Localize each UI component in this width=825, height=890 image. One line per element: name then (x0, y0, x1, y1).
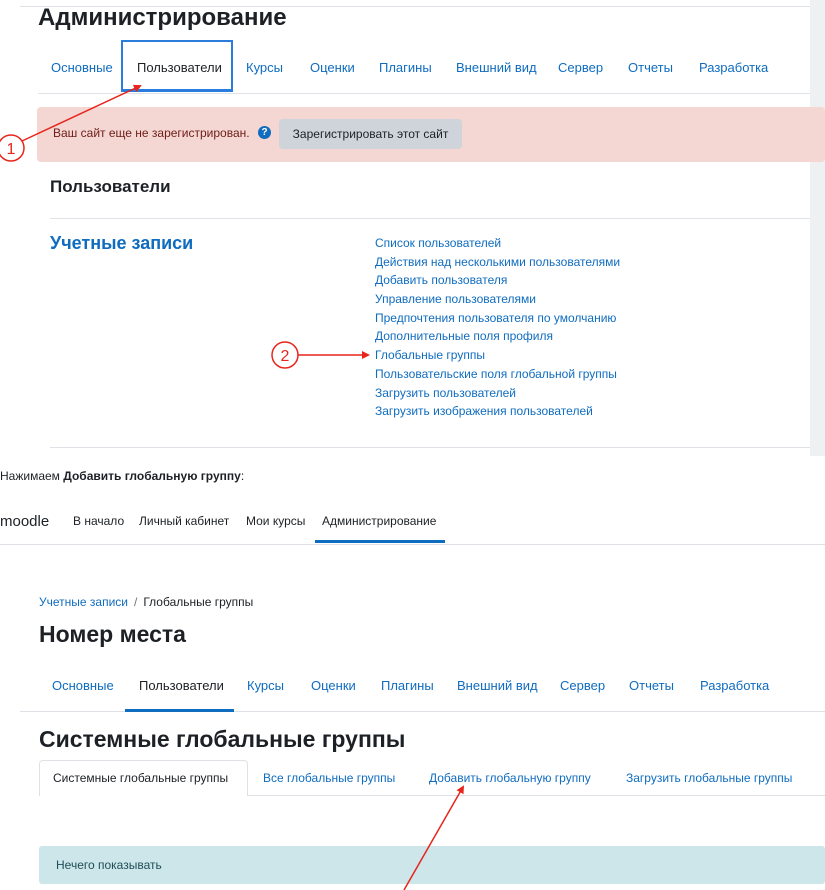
register-site-button[interactable]: Зарегистрировать этот сайт (279, 119, 462, 149)
help-icon[interactable]: ? (258, 126, 271, 139)
empty-notice-text: Нечего показывать (56, 858, 162, 872)
breadcrumb: Учетные записи / Глобальные группы (39, 595, 253, 609)
link-cohorts[interactable]: Глобальные группы (375, 346, 620, 365)
tabs-underline (38, 93, 810, 94)
nav-my-courses[interactable]: Мои курсы (246, 514, 305, 528)
divider (50, 218, 810, 219)
caption-suffix: : (240, 469, 245, 483)
divider (50, 447, 810, 448)
link-cohort-custom-fields[interactable]: Пользовательские поля глобальной группы (375, 365, 620, 384)
tab-plugins[interactable]: Плагины (379, 60, 432, 75)
tab-grades[interactable]: Оценки (310, 60, 355, 75)
page-title: Номер места (39, 621, 186, 647)
link-upload-users[interactable]: Загрузить пользователей (375, 384, 620, 403)
link-add-user[interactable]: Добавить пользователя (375, 271, 620, 290)
accounts-heading[interactable]: Учетные записи (50, 233, 193, 254)
breadcrumb-separator: / (134, 595, 138, 609)
tab-server[interactable]: Сервер (560, 678, 605, 693)
subtab-all-cohorts[interactable]: Все глобальные группы (263, 771, 395, 785)
registration-alert-text: Ваш сайт еще не зарегистрирован. (53, 126, 250, 140)
tab-development[interactable]: Разработка (699, 60, 768, 75)
subtab-add-cohort[interactable]: Добавить глобальную группу (429, 771, 591, 785)
page-title: Администрирование (38, 4, 287, 31)
breadcrumb-current: Глобальные группы (143, 595, 254, 609)
link-default-user-preferences[interactable]: Предпочтения пользователя по умолчанию (375, 309, 620, 328)
caption-bold: Добавить глобальную группу (63, 469, 241, 483)
admin-screenshot: Администрирование Основные Пользователи … (0, 0, 825, 456)
tab-general[interactable]: Основные (52, 678, 114, 693)
accounts-link-list: Список пользователей Действия над нескол… (375, 234, 620, 421)
tab-active-indicator (125, 709, 234, 712)
tab-reports[interactable]: Отчеты (628, 60, 673, 75)
subtab-system-cohorts[interactable]: Системные глобальные группы (53, 771, 228, 785)
tab-users[interactable]: Пользователи (139, 678, 224, 693)
nav-dashboard[interactable]: Личный кабинет (139, 514, 229, 528)
caption-prefix: Нажимаем (0, 469, 64, 483)
link-manage-users[interactable]: Управление пользователями (375, 290, 620, 309)
nav-site-admin[interactable]: Администрирование (322, 514, 436, 528)
section-heading: Системные глобальные группы (39, 726, 406, 752)
cohorts-screenshot: moodle В начало Личный кабинет Мои курсы… (0, 500, 825, 890)
link-upload-user-pictures[interactable]: Загрузить изображения пользователей (375, 402, 620, 421)
tab-plugins[interactable]: Плагины (381, 678, 434, 693)
tab-development[interactable]: Разработка (700, 678, 769, 693)
tab-general[interactable]: Основные (51, 60, 113, 75)
link-profile-fields[interactable]: Дополнительные поля профиля (375, 327, 620, 346)
instruction-caption: Нажимаем Добавить глобальную группу: (0, 469, 244, 483)
nav-home[interactable]: В начало (73, 514, 124, 528)
tab-courses[interactable]: Курсы (246, 60, 283, 75)
link-user-list[interactable]: Список пользователей (375, 234, 620, 253)
navbar-border (0, 544, 825, 545)
subtab-upload-cohorts[interactable]: Загрузить глобальные группы (626, 771, 792, 785)
breadcrumb-accounts[interactable]: Учетные записи (39, 595, 128, 609)
tab-users[interactable]: Пользователи (137, 60, 222, 75)
tab-reports[interactable]: Отчеты (629, 678, 674, 693)
tab-grades[interactable]: Оценки (311, 678, 356, 693)
tab-server[interactable]: Сервер (558, 60, 603, 75)
right-edge-strip (810, 0, 825, 456)
tab-courses[interactable]: Курсы (247, 678, 284, 693)
nav-active-indicator (315, 540, 445, 543)
link-bulk-user-actions[interactable]: Действия над несколькими пользователями (375, 253, 620, 272)
tab-appearance[interactable]: Внешний вид (456, 60, 537, 75)
tab-appearance[interactable]: Внешний вид (457, 678, 538, 693)
moodle-logo[interactable]: moodle (0, 513, 49, 530)
section-title: Пользователи (50, 177, 171, 196)
